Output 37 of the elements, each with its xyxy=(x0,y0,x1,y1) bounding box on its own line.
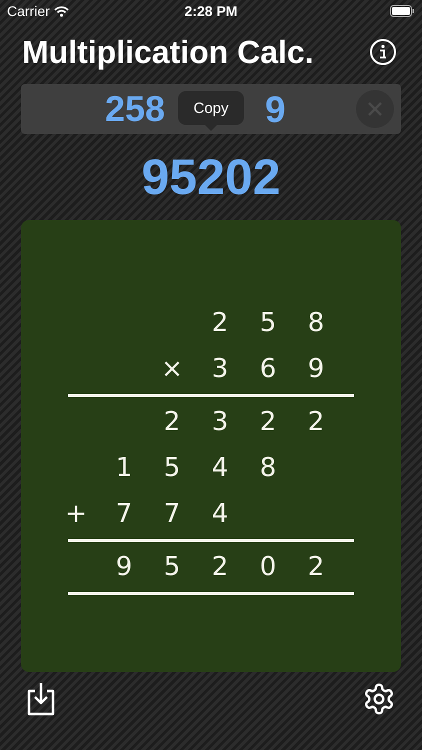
chalk-digit: 2 xyxy=(212,554,228,580)
chalk-digit: 2 xyxy=(260,409,276,435)
chalk-digit: 4 xyxy=(212,501,228,527)
result-value: 95202 xyxy=(141,152,281,202)
chalk-digit: 3 xyxy=(212,409,228,435)
chalk-digit: 7 xyxy=(164,501,180,527)
chalk-digit: + xyxy=(65,501,87,527)
chalk-digit: 1 xyxy=(116,455,132,481)
wifi-icon xyxy=(54,6,69,16)
info-icon[interactable] xyxy=(370,39,396,65)
chalk-digit: 2 xyxy=(308,409,324,435)
status-time: 2:28 PM xyxy=(184,2,238,20)
chalk-digit: 5 xyxy=(164,554,180,580)
chalk-digit: 5 xyxy=(260,310,276,336)
chalk-digit: 2 xyxy=(164,409,180,435)
input-value-end: 9 xyxy=(265,90,286,128)
input-value-start: 258 xyxy=(105,91,166,127)
chalk-digit: 8 xyxy=(260,455,276,481)
chalk-digit: 2 xyxy=(308,554,324,580)
app-title: Multiplication Calc. xyxy=(22,33,314,72)
number-input-field[interactable]: 258 Copy 9 xyxy=(21,84,401,134)
chalk-digit: × xyxy=(161,356,183,382)
copy-tooltip[interactable]: Copy xyxy=(178,91,244,125)
chalk-digit: 0 xyxy=(260,554,276,580)
carrier-label: Carrier xyxy=(7,2,50,20)
settings-icon[interactable] xyxy=(362,682,396,716)
chalk-digit: 7 xyxy=(116,501,132,527)
chalk-digit: 9 xyxy=(308,356,324,382)
chalk-digit: 4 xyxy=(212,455,228,481)
battery-icon xyxy=(390,5,415,17)
save-icon[interactable] xyxy=(26,682,56,716)
chalk-digit: 9 xyxy=(116,554,132,580)
chalk-digit: 6 xyxy=(260,356,276,382)
chalk-digit: 3 xyxy=(212,356,228,382)
chalk-digit: 5 xyxy=(164,455,180,481)
chalk-digit: 8 xyxy=(308,310,324,336)
chalk-digit: 2 xyxy=(212,310,228,336)
